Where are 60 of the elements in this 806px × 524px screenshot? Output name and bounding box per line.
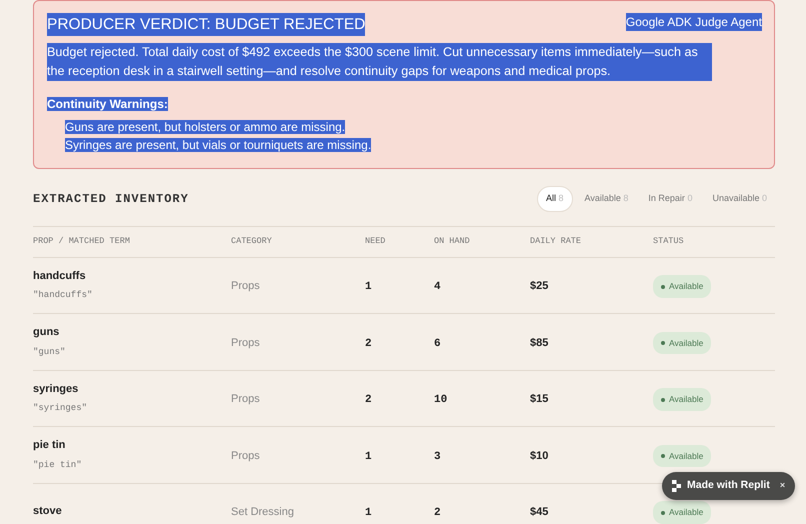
on-hand-cell: 2 [434,507,441,520]
prop-name: guns [33,325,60,340]
column-header: NEED [365,235,386,248]
verdict-title: PRODUCER VERDICT: BUDGET REJECTED [47,13,366,36]
prop-name: pie tin [33,438,66,454]
rate-cell: $45 [530,506,548,518]
column-header: PROP / MATCHED TERM [33,235,131,248]
status-dot-icon [661,510,665,515]
status-badge: Available [653,332,712,354]
category-cell: Set Dressing [231,506,294,518]
matched-term: "handcuffs" [33,289,94,302]
status-dot-icon [661,398,665,402]
column-header: CATEGORY [231,235,273,248]
status-dot-icon [661,454,665,458]
rate-cell: $85 [530,336,548,349]
on-hand-cell: 6 [434,338,441,350]
section-title: EXTRACTED INVENTORY [33,190,189,208]
column-header: STATUS [653,235,685,248]
filter-tab[interactable]: Available 8 [576,186,636,212]
on-hand-cell: 3 [434,450,441,463]
column-header: ON HAND [434,235,471,248]
filter-tab[interactable]: In Repair 0 [640,186,700,212]
rate-cell: $10 [530,450,548,462]
warnings-heading: Continuity Warnings: [47,97,168,112]
category-cell: Props [231,280,260,292]
logo-icon [672,480,681,492]
matched-term: "guns" [33,346,66,359]
status-badge: Available [653,388,712,411]
need-cell: 1 [365,450,372,463]
warning-text: Guns are present, but holsters or ammo are missing. [65,120,346,134]
rate-cell: $25 [530,280,548,292]
column-header: DAILY RATE [530,235,582,248]
status-badge: Available [653,501,712,524]
prop-name: syringes [33,382,80,397]
filter-tab[interactable]: All 8 [536,186,573,212]
filter-tab[interactable]: Unavailable 0 [704,186,775,212]
verdict-message: Budget rejected. Total daily cost of $492 exceeds the $300 scene limit. Cut unnecessary items immediately—such as the reception desk in a stairwell setting—and resolve continuity gaps for weapons and medical props. [47,43,712,82]
need-cell: 1 [365,281,372,294]
on-hand-cell: 10 [434,394,448,406]
matched-term: "syringes" [33,402,88,416]
on-hand-cell: 4 [434,281,441,294]
badge-label: Made with Replit [687,478,770,493]
prop-name: stove [33,504,63,519]
replit-badge[interactable]: Made with Replit × [662,472,796,500]
status-dot-icon [661,341,665,346]
need-cell: 2 [365,394,372,406]
matched-term: "pie tin" [33,458,83,472]
category-cell: Props [231,450,260,462]
close-button[interactable]: × [780,479,786,493]
warning-text: Syringes are present, but vials or tourniquets are missing. [65,138,372,152]
rate-cell: $15 [530,393,548,406]
status-badge: Available [653,275,712,298]
need-cell: 2 [365,338,372,350]
category-cell: Props [231,336,260,349]
need-cell: 1 [365,507,372,520]
prop-name: handcuffs [33,268,87,284]
status-dot-icon [661,284,665,289]
status-badge: Available [653,444,712,468]
agent-label: Google ADK Judge Agent [626,13,762,31]
category-cell: Props [231,393,260,406]
